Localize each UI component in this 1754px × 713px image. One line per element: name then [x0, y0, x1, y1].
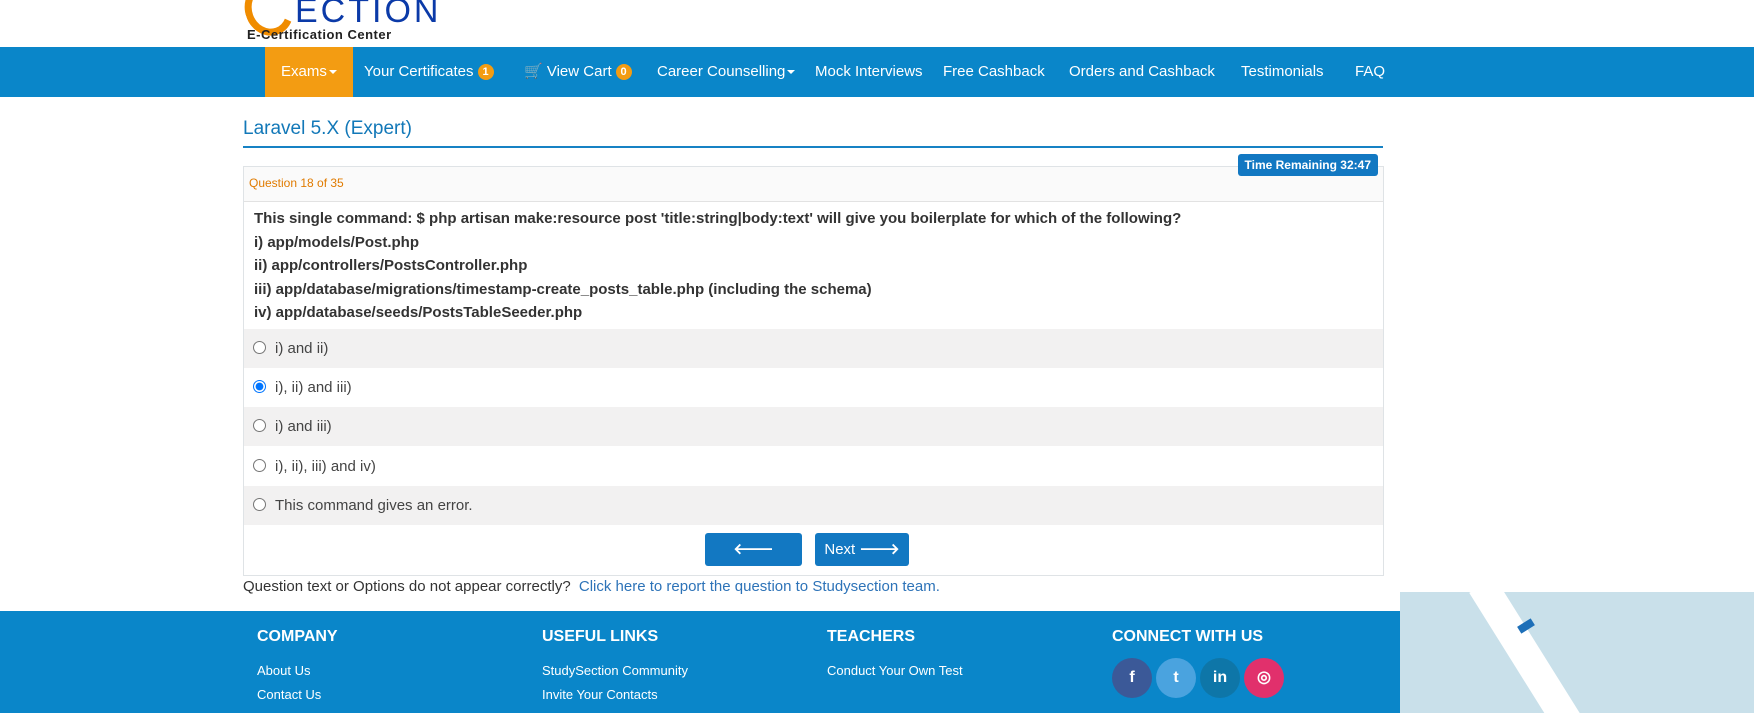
footer-link-community[interactable]: StudySection Community [542, 659, 688, 683]
question-line: i) app/models/Post.php [254, 233, 420, 251]
arrow-right-icon: 🡒 [859, 541, 900, 558]
footer-heading: USEFUL LINKS [542, 628, 659, 645]
side-widget-image [1400, 592, 1754, 713]
option-radio[interactable] [253, 459, 266, 472]
answer-option-3[interactable]: i) and iii) [244, 407, 1383, 446]
nav-testimonials[interactable]: Testimonials [1241, 47, 1324, 97]
footer-link-about[interactable]: About Us [257, 659, 338, 683]
logo-subtitle: E-Certification Center [247, 27, 392, 42]
question-line: iv) app/database/seeds/PostsTableSeeder.… [254, 304, 583, 321]
title-divider [243, 146, 1383, 148]
cart-count-badge: 0 [615, 64, 632, 81]
logo[interactable]: ECTION E-Certification Center [243, 0, 443, 47]
cart-icon: 🛒 [524, 63, 543, 80]
exam-title: Laravel 5.X (Expert) [243, 118, 412, 139]
report-text: Question text or Options do not appear c… [243, 578, 571, 595]
option-radio[interactable] [253, 380, 266, 393]
answer-option-4[interactable]: i), ii), iii) and iv) [244, 447, 1383, 486]
nav-career-label: Career Counselling [657, 63, 786, 80]
caret-down-icon [328, 70, 337, 75]
nav-cart-label: View Cart [546, 63, 612, 80]
main-navbar: Exams Your Certificates 1 🛒 View Cart 0 Ca… [0, 47, 1754, 97]
next-button[interactable]: Next 🡒 [815, 533, 909, 566]
footer-link-conduct-test[interactable]: Conduct Your Own Test [827, 659, 963, 683]
answer-option-5[interactable]: This command gives an error. [244, 486, 1383, 525]
question-line: This single command: $ php artisan make:… [254, 210, 1182, 227]
footer-connect: CONNECT WITH US [1112, 628, 1263, 659]
linkedin-icon[interactable]: in [1200, 658, 1240, 698]
option-label: i), ii) and iii) [275, 379, 352, 396]
report-link[interactable]: Click here to report the question to Stu… [579, 578, 940, 595]
option-radio[interactable] [253, 341, 266, 354]
arrow-left-icon: 🡐 [733, 541, 774, 558]
footer-company: COMPANY About Us Contact Us [257, 628, 338, 707]
nav-exams-label: Exams [281, 63, 327, 80]
footer-heading: COMPANY [257, 628, 338, 645]
footer-useful-links: USEFUL LINKS StudySection Community Invi… [542, 628, 688, 707]
nav-certificates[interactable]: Your Certificates 1 [364, 47, 494, 97]
twitter-icon[interactable]: t [1156, 658, 1196, 698]
certificates-count-badge: 1 [477, 64, 494, 81]
nav-free-cashback[interactable]: Free Cashback [943, 47, 1045, 97]
caret-down-icon [787, 70, 796, 75]
footer-link-invite[interactable]: Invite Your Contacts [542, 683, 688, 707]
next-label: Next [824, 541, 856, 558]
time-remaining-badge: Time Remaining 32:47 [1237, 154, 1378, 176]
question-panel: Question 18 of 35 Time Remaining 32:47 T… [243, 154, 1384, 591]
option-label: i) and ii) [275, 340, 329, 357]
option-label: i) and iii) [275, 418, 332, 435]
footer-teachers: TEACHERS Conduct Your Own Test [827, 628, 963, 683]
footer-link-contact[interactable]: Contact Us [257, 683, 338, 707]
nav-faq[interactable]: FAQ [1355, 47, 1385, 97]
option-radio[interactable] [253, 419, 266, 432]
option-label: This command gives an error. [275, 497, 473, 514]
nav-mock-interviews[interactable]: Mock Interviews [815, 47, 923, 97]
nav-orders-cashback[interactable]: Orders and Cashback [1069, 47, 1215, 97]
previous-button[interactable]: 🡐 Previous [705, 533, 802, 591]
question-header: Question 18 of 35 Time Remaining 32:47 [244, 154, 1383, 202]
nav-certificates-label: Your Certificates [364, 63, 474, 80]
question-line: iii) app/database/migrations/timestamp-c… [254, 280, 872, 298]
question-counter: Question 18 of 35 [249, 176, 344, 190]
question-text: This single command: $ php artisan make:… [254, 207, 1181, 325]
option-label: i), ii), iii) and iv) [275, 458, 376, 475]
question-line: ii) app/controllers/PostsController.php [254, 257, 528, 274]
nav-view-cart[interactable]: 🛒 View Cart 0 [524, 47, 632, 97]
facebook-icon[interactable]: f [1112, 658, 1152, 698]
footer-heading: CONNECT WITH US [1112, 628, 1264, 645]
option-radio[interactable] [253, 498, 266, 511]
footer-heading: TEACHERS [827, 628, 916, 645]
nav-exams[interactable]: Exams [265, 47, 353, 97]
nav-career-counselling[interactable]: Career Counselling [657, 47, 796, 97]
decorative-stripe [1469, 592, 1585, 713]
answer-option-2[interactable]: i), ii) and iii) [244, 368, 1383, 407]
instagram-icon[interactable]: ◎ [1244, 658, 1284, 698]
report-line: Question text or Options do not appear c… [243, 578, 940, 595]
answer-option-1[interactable]: i) and ii) [244, 329, 1383, 368]
footer: COMPANY About Us Contact Us USEFUL LINKS… [0, 611, 1400, 713]
